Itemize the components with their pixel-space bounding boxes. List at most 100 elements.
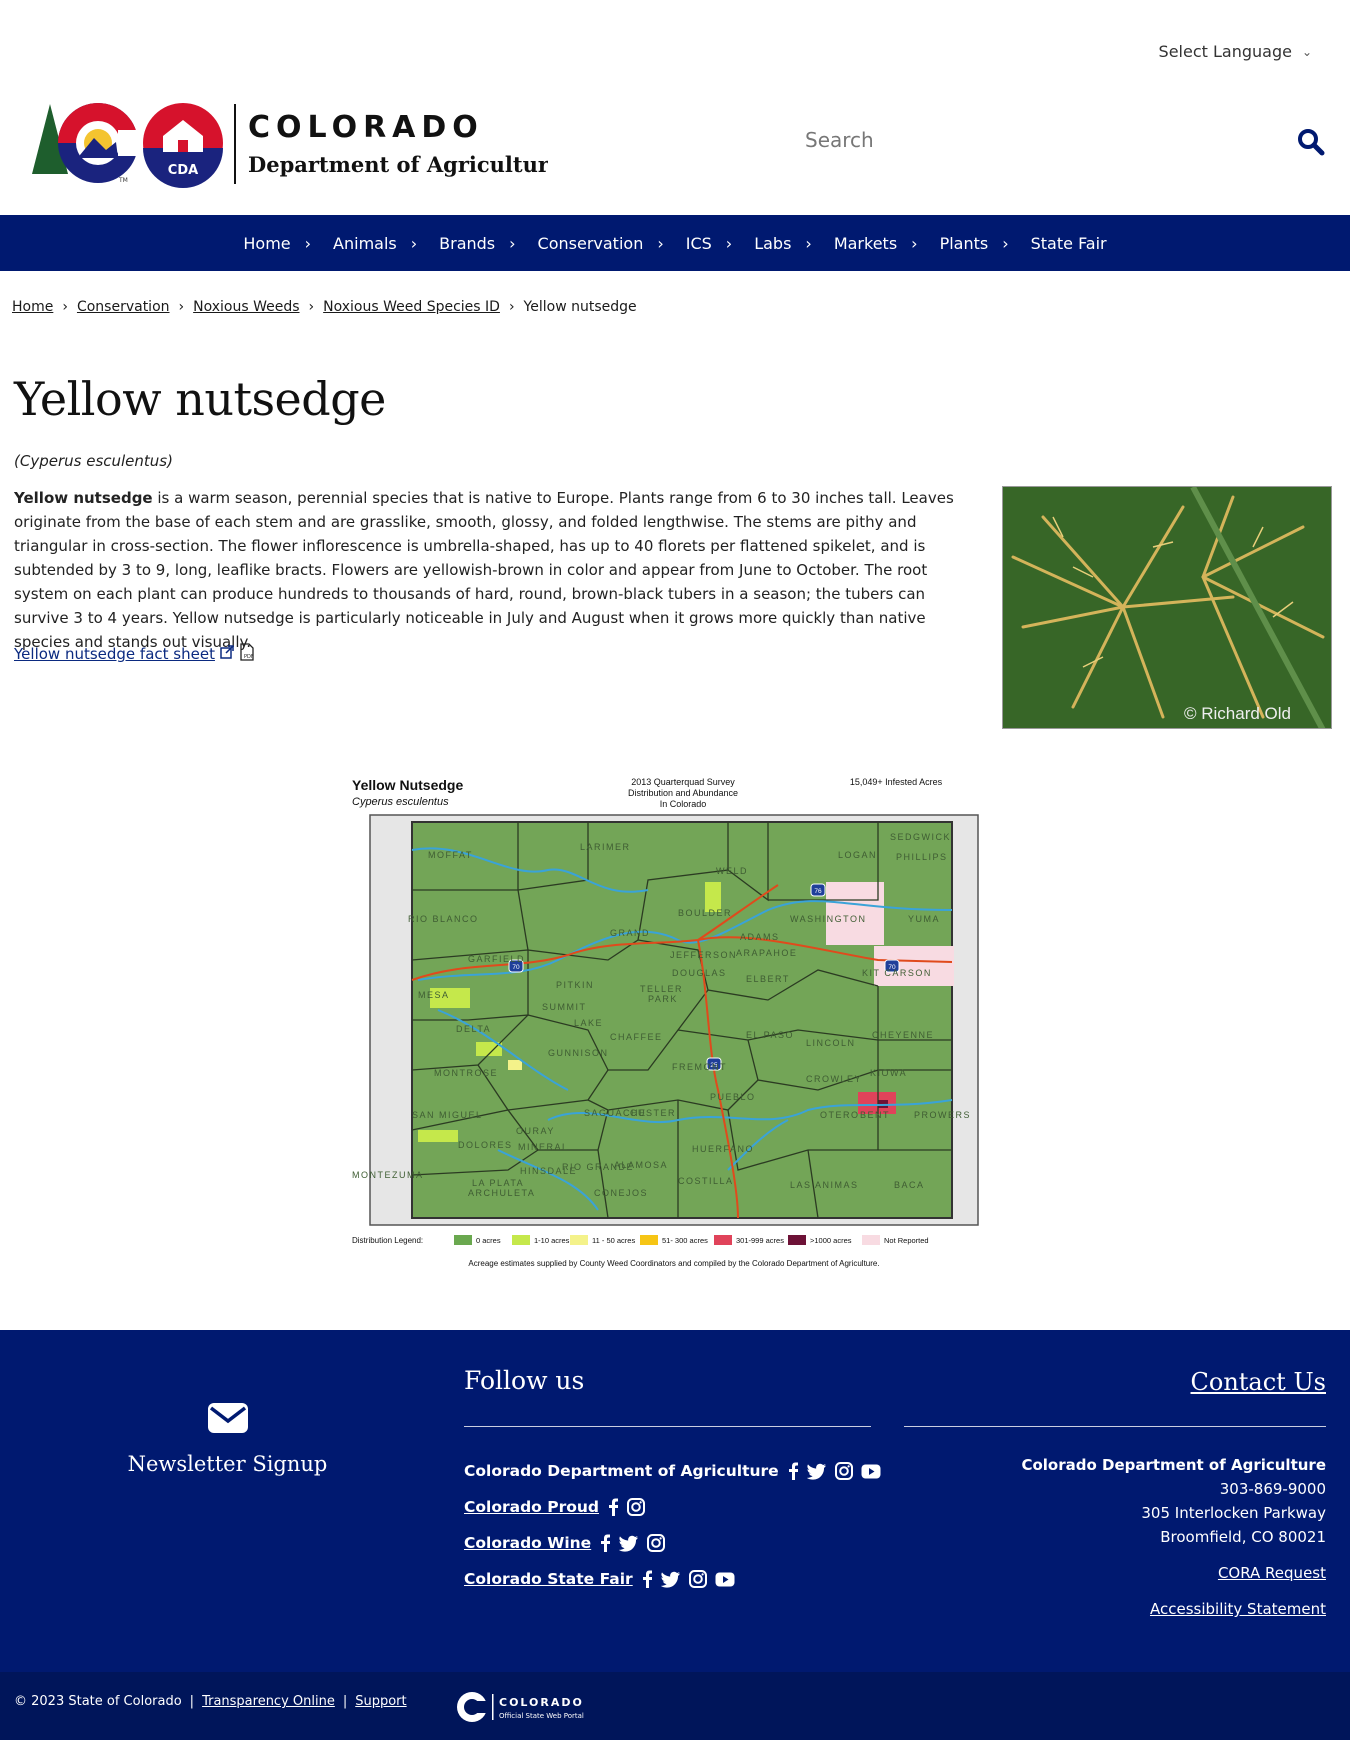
facebook-icon[interactable] xyxy=(599,1534,611,1552)
envelope-icon xyxy=(207,1403,249,1438)
county-label: LINCOLN xyxy=(806,1038,856,1048)
nav-brands[interactable]: Brands › xyxy=(439,234,537,253)
social-links: Colorado Department of Agriculture Colora… xyxy=(464,1453,881,1597)
support-link[interactable]: Support xyxy=(355,1694,406,1709)
contact-address-1: 305 Interlocken Parkway xyxy=(1141,1504,1326,1522)
language-select-label: Select Language xyxy=(1158,42,1292,61)
search-icon[interactable] xyxy=(1297,128,1325,160)
twitter-icon[interactable] xyxy=(806,1463,827,1480)
nav-conservation[interactable]: Conservation › xyxy=(538,234,686,253)
cora-request-link[interactable]: CORA Request xyxy=(1021,1561,1326,1585)
species-lead: Yellow nutsedge xyxy=(14,489,153,507)
cda-logo[interactable]: TM CDA COLORADO Department of Agricultur… xyxy=(28,100,562,190)
legend-label-item: 0 acres xyxy=(476,1236,501,1245)
map-survey-2: Distribution and Abundance xyxy=(628,788,738,798)
facebook-icon[interactable] xyxy=(641,1570,653,1588)
transparency-link[interactable]: Transparency Online xyxy=(202,1694,335,1709)
breadcrumb-noxious-weeds[interactable]: Noxious Weeds xyxy=(193,299,299,315)
legend-label-item: 11 - 50 acres xyxy=(592,1236,635,1245)
accessibility-link[interactable]: Accessibility Statement xyxy=(1021,1597,1326,1621)
nav-plants[interactable]: Plants › xyxy=(940,234,1031,253)
breadcrumb-home[interactable]: Home xyxy=(12,299,53,315)
county-label: GARFIELD xyxy=(468,954,525,964)
youtube-icon[interactable] xyxy=(861,1464,881,1479)
species-body: is a warm season, perennial species that… xyxy=(14,489,954,651)
instagram-icon[interactable] xyxy=(688,1570,707,1588)
county-label: JEFFERSON xyxy=(670,950,737,960)
chevron-right-icon: › xyxy=(911,233,918,253)
county-label: HINSDALE xyxy=(520,1166,577,1176)
page-title: Yellow nutsedge xyxy=(14,372,386,426)
contact-phone: 303-869-9000 xyxy=(1219,1480,1326,1498)
nav-animals[interactable]: Animals › xyxy=(333,234,439,253)
facebook-icon[interactable] xyxy=(607,1498,619,1516)
county-label: MINERAL xyxy=(518,1142,569,1152)
social-account-name[interactable]: Colorado Proud xyxy=(464,1498,599,1516)
instagram-icon[interactable] xyxy=(627,1498,646,1516)
social-row: Colorado State Fair xyxy=(464,1561,881,1597)
chevron-right-icon: › xyxy=(410,233,418,253)
county-label: CUSTER xyxy=(630,1108,676,1118)
separator: | xyxy=(342,1694,348,1709)
social-account-name[interactable]: Colorado Wine xyxy=(464,1534,591,1552)
facebook-icon[interactable] xyxy=(787,1462,799,1480)
social-account-name[interactable]: Colorado State Fair xyxy=(464,1570,633,1588)
language-select[interactable]: Select Language ⌄ xyxy=(1159,42,1312,61)
county-label: BOULDER xyxy=(678,908,732,918)
legend-swatch xyxy=(714,1235,732,1245)
county-label: ARCHULETA xyxy=(468,1188,535,1198)
county-label: MOFFAT xyxy=(428,850,473,860)
newsletter-label[interactable]: Newsletter Signup xyxy=(120,1452,335,1476)
fact-sheet-label[interactable]: Yellow nutsedge fact sheet xyxy=(14,645,215,663)
county-label: PUEBLO xyxy=(710,1092,756,1102)
instagram-icon[interactable] xyxy=(834,1462,853,1480)
follow-us-heading: Follow us xyxy=(464,1366,585,1395)
legend-swatch xyxy=(788,1235,806,1245)
county-label: SEDGWICK xyxy=(890,832,951,842)
county-label: FREMONT xyxy=(672,1062,727,1072)
twitter-icon[interactable] xyxy=(660,1571,681,1588)
county-label: SUMMIT xyxy=(542,1002,587,1012)
breadcrumb-conservation[interactable]: Conservation xyxy=(77,299,170,315)
scientific-name: (Cyperus esculentus) xyxy=(14,452,173,470)
map-title: Yellow Nutsedge xyxy=(352,777,463,793)
county-label: COSTILLA xyxy=(678,1176,734,1186)
county-label: MESA xyxy=(418,990,450,1000)
svg-text:COLORADO: COLORADO xyxy=(248,110,484,145)
county-label: WASHINGTON xyxy=(790,914,867,924)
bottom-bar: © 2023 State of Colorado | Transparency … xyxy=(0,1672,1350,1740)
county-label: OURAY xyxy=(516,1126,555,1136)
county-label: SAN MIGUEL xyxy=(412,1110,483,1120)
search-input[interactable]: Search xyxy=(805,128,874,152)
nav-ics[interactable]: ICS › xyxy=(686,234,754,253)
county-label: MONTEZUMA xyxy=(352,1170,424,1180)
county-label: HUERFANO xyxy=(692,1144,754,1154)
nav-labs[interactable]: Labs › xyxy=(754,234,834,253)
twitter-icon[interactable] xyxy=(619,1535,639,1552)
instagram-icon[interactable] xyxy=(647,1534,666,1552)
county-label: GRAND xyxy=(610,928,650,938)
fact-sheet-link[interactable]: Yellow nutsedge fact sheet PDF xyxy=(14,643,255,665)
chevron-right-icon: › xyxy=(304,233,312,253)
nav-state-fair[interactable]: State Fair xyxy=(1031,234,1107,253)
site-footer: Newsletter Signup Follow us Colorado Dep… xyxy=(0,1330,1350,1672)
youtube-icon[interactable] xyxy=(715,1572,735,1587)
contact-us-link[interactable]: Contact Us xyxy=(1191,1368,1326,1396)
nav-markets[interactable]: Markets › xyxy=(834,234,940,253)
svg-text:Official State Web Portal: Official State Web Portal xyxy=(499,1712,584,1720)
map-acres: 15,049+ Infested Acres xyxy=(850,777,943,787)
county-label: ELBERT xyxy=(746,974,790,984)
legend-label-item: 1-10 acres xyxy=(534,1236,570,1245)
county-label: TELLER xyxy=(640,984,683,994)
pdf-icon: PDF xyxy=(239,643,255,665)
state-portal-logo[interactable]: COLORADO Official State Web Portal xyxy=(454,1690,604,1728)
search-bar[interactable]: Search xyxy=(795,118,1325,170)
nav-home[interactable]: Home › xyxy=(243,234,333,253)
breadcrumb-species-id[interactable]: Noxious Weed Species ID xyxy=(323,299,500,315)
map-survey-1: 2013 Quarterquad Survey xyxy=(631,777,735,787)
chevron-right-icon: › xyxy=(805,233,812,253)
county-label: CHAFFEE xyxy=(610,1032,663,1042)
county-label: ALAMOSA xyxy=(614,1160,668,1170)
newsletter-signup[interactable]: Newsletter Signup xyxy=(120,1402,335,1476)
svg-text:CDA: CDA xyxy=(168,163,198,178)
